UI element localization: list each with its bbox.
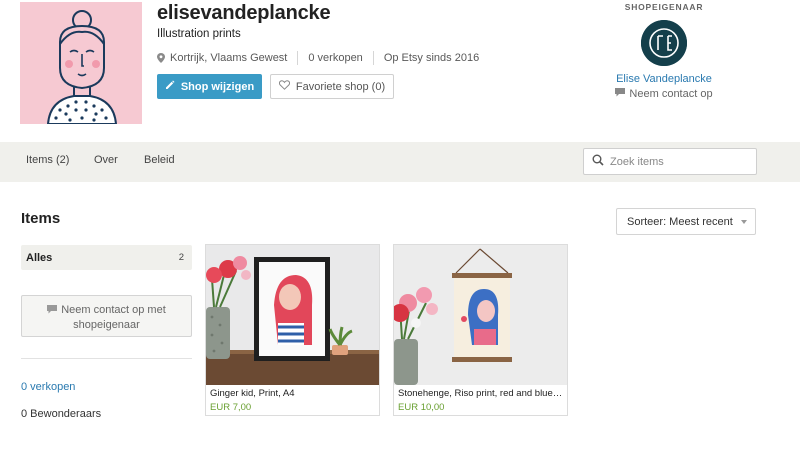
- sales-link[interactable]: 0 verkopen: [21, 381, 75, 393]
- listing-photo[interactable]: [394, 245, 567, 385]
- owner-section-label: SHOPEIGENAAR: [624, 2, 704, 12]
- favorite-shop-label: Favoriete shop (0): [295, 80, 386, 93]
- edit-shop-button[interactable]: Shop wijzigen: [157, 74, 262, 99]
- sort-dropdown-label: Sorteer: Meest recent: [627, 215, 733, 228]
- listing-title[interactable]: Ginger kid, Print, A4: [210, 388, 375, 399]
- tab-about[interactable]: Over: [94, 154, 118, 166]
- shop-location: Kortrijk, Vlaams Gewest: [170, 52, 288, 64]
- edit-shop-label: Shop wijzigen: [180, 80, 255, 93]
- listing-title[interactable]: Stonehenge, Riso print, red and blue ill…: [398, 388, 563, 399]
- listing-card[interactable]: Stonehenge, Riso print, red and blue ill…: [393, 244, 568, 416]
- sidebar-divider: [21, 358, 192, 359]
- admirers-count: 0 Bewonderaars: [21, 408, 102, 420]
- listing-photo[interactable]: [206, 245, 379, 385]
- search-icon: [592, 153, 604, 171]
- search-input[interactable]: [610, 155, 750, 168]
- pencil-icon: [165, 80, 175, 93]
- owner-avatar[interactable]: [641, 20, 687, 66]
- search-box[interactable]: [583, 148, 757, 175]
- sort-dropdown[interactable]: Sorteer: Meest recent: [616, 208, 756, 235]
- message-icon: [615, 88, 626, 100]
- contact-owner-button[interactable]: Neem contact op met shopeigenaar: [21, 295, 192, 337]
- shop-header: elisevandeplancke Illustration prints Ko…: [0, 0, 800, 140]
- meta-divider: [372, 51, 374, 65]
- shop-meta: Kortrijk, Vlaams Gewest 0 verkopen Op Et…: [157, 51, 479, 65]
- meta-divider: [297, 51, 299, 65]
- owner-contact-link[interactable]: Neem contact op: [600, 88, 728, 100]
- heart-icon: [278, 80, 290, 93]
- tab-policies[interactable]: Beleid: [144, 154, 175, 166]
- items-heading: Items: [21, 210, 61, 227]
- listing-card[interactable]: Ginger kid, Print, A4 EUR 7,00: [205, 244, 380, 416]
- shop-name: elisevandeplancke: [157, 2, 331, 24]
- listing-price: EUR 10,00: [398, 402, 445, 413]
- contact-owner-label: Neem contact op met shopeigenaar: [61, 304, 166, 331]
- owner-contact-label: Neem contact op: [629, 88, 713, 100]
- shop-nav-bar: Items (2) Over Beleid: [0, 142, 800, 182]
- shop-logo: [20, 2, 142, 124]
- message-icon: [47, 304, 58, 318]
- shop-since: Op Etsy sinds 2016: [383, 52, 480, 64]
- shop-tagline: Illustration prints: [157, 28, 241, 40]
- owner-name-link[interactable]: Elise Vandeplancke: [600, 73, 728, 85]
- filter-all-section[interactable]: Alles 2: [21, 245, 192, 270]
- favorite-shop-button[interactable]: Favoriete shop (0): [270, 74, 394, 99]
- chevron-down-icon: [741, 220, 747, 224]
- shop-sales-count: 0 verkopen: [308, 52, 363, 64]
- filter-all-count: 2: [178, 252, 184, 263]
- listing-price: EUR 7,00: [210, 402, 252, 413]
- filter-all-label: Alles: [26, 251, 53, 264]
- tab-items[interactable]: Items (2): [26, 154, 69, 166]
- location-pin-icon: [157, 53, 165, 63]
